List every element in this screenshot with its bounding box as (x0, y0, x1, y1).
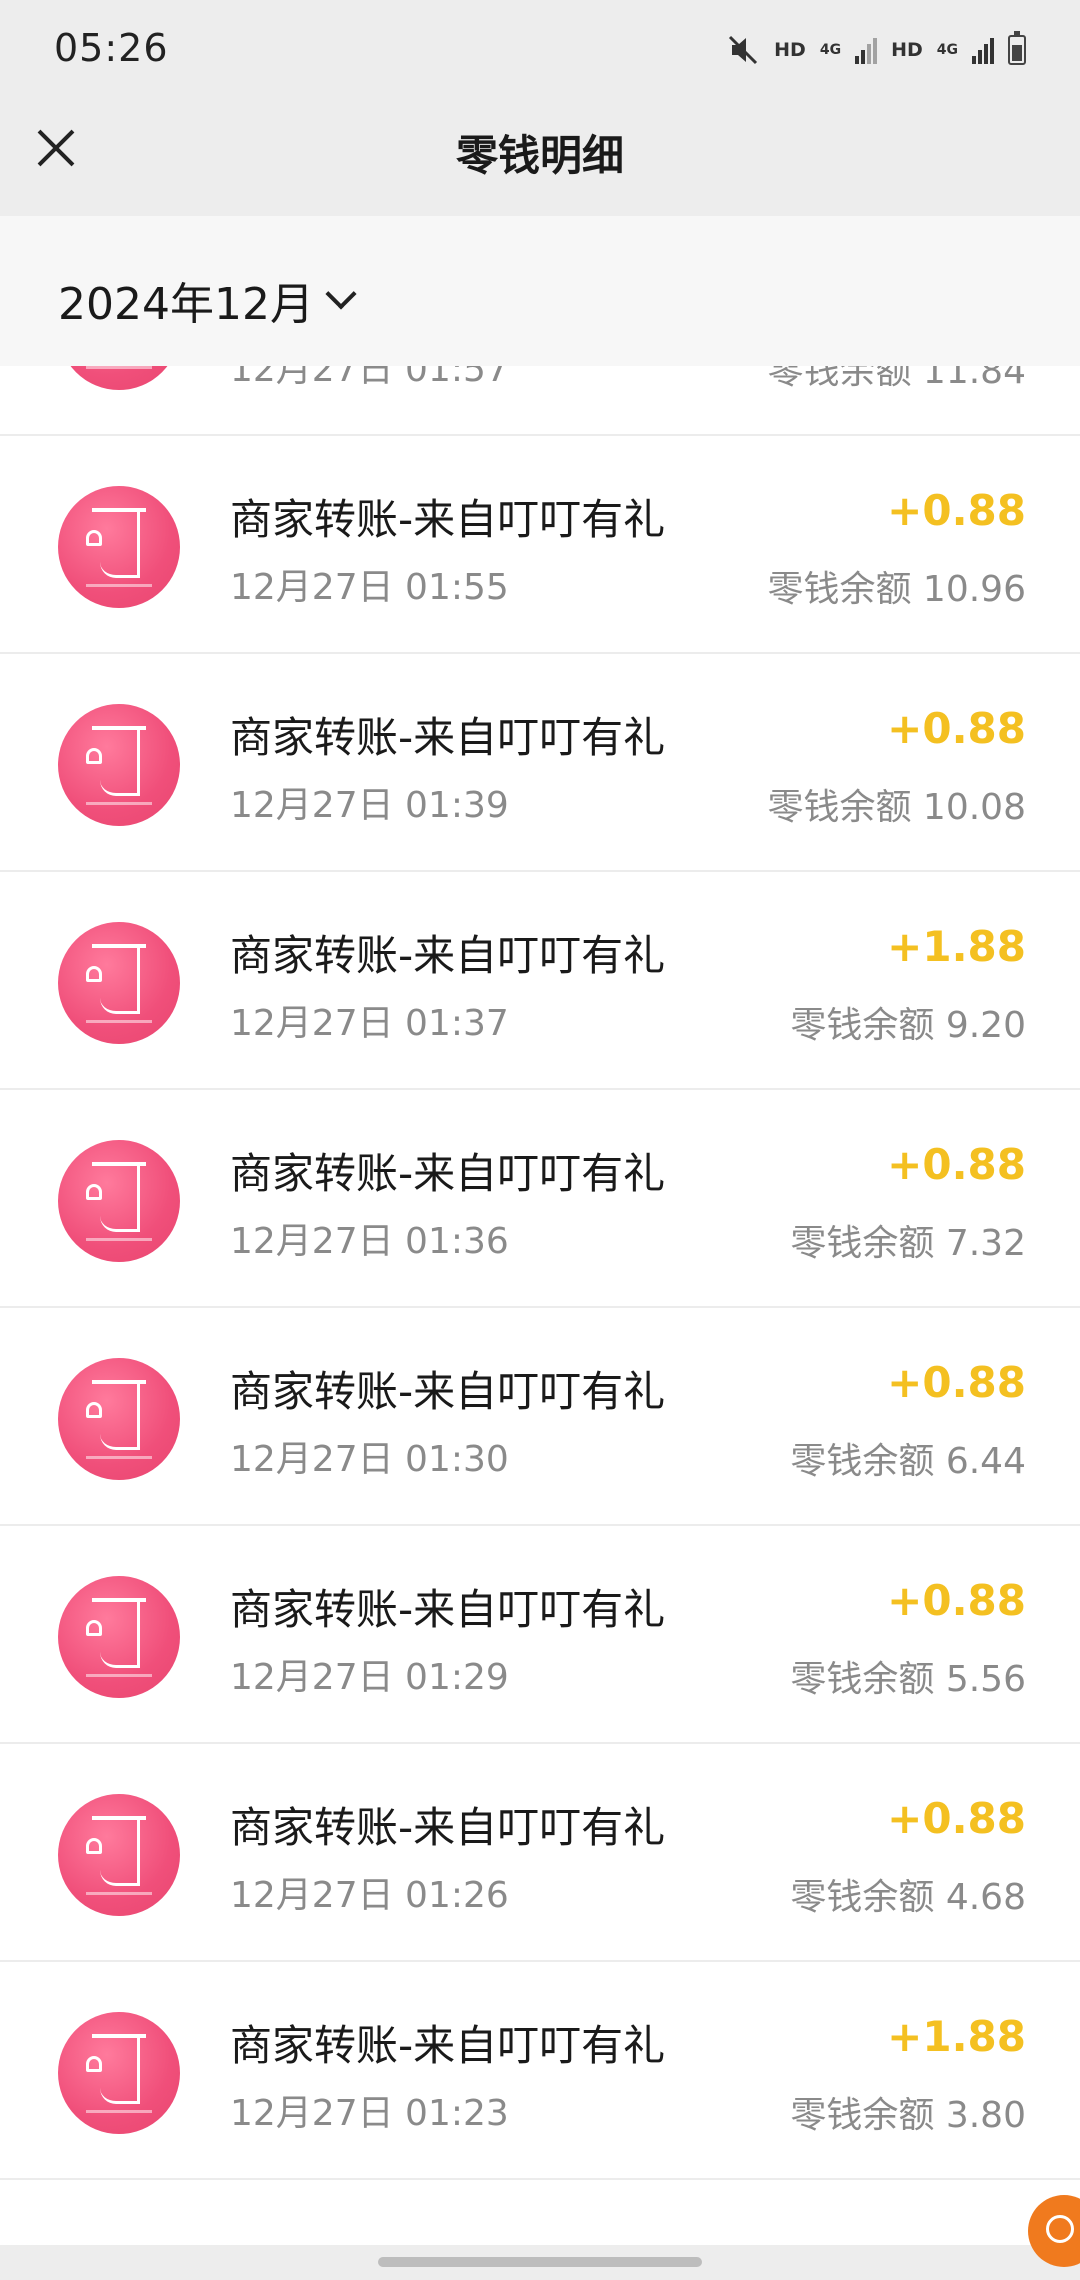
list-item[interactable]: 商家转账-来自叮叮有礼 12月27日 01:39 +0.88 零钱余额 10.08 (0, 654, 1080, 872)
transaction-time: 12月27日 01:30 (230, 1439, 509, 1480)
battery-icon (1008, 31, 1026, 65)
transaction-amount: +0.88 (887, 1358, 1026, 1407)
status-time: 05:26 (54, 26, 169, 70)
merchant-avatar (58, 704, 180, 826)
month-selector[interactable]: 2024年12月 (58, 268, 357, 332)
hd-indicator: HD (891, 39, 923, 61)
mute-icon (729, 35, 758, 65)
merchant-avatar (58, 2012, 180, 2134)
transaction-time: 12月27日 01:36 (230, 1221, 509, 1262)
transaction-amount: +0.88 (887, 1794, 1026, 1843)
merchant-avatar (58, 486, 180, 608)
balance-after: 零钱余额 10.08 (767, 787, 1026, 828)
merchant-avatar (58, 1576, 180, 1698)
balance-after: 零钱余额 3.80 (790, 2095, 1026, 2136)
page-title: 零钱明细 (455, 131, 624, 180)
status-bar: 05:26 HD 4G HD 4G (0, 0, 1080, 100)
transaction-title: 商家转账-来自叮叮有礼 (230, 495, 666, 544)
transaction-amount: +0.88 (887, 486, 1026, 535)
merchant-avatar (58, 1140, 180, 1262)
list-item[interactable]: 商家转账-来自叮叮有礼 12月27日 01:36 +0.88 零钱余额 7.32 (0, 1090, 1080, 1308)
list-item[interactable]: 商家转账-来自叮叮有礼 12月27日 01:23 +1.88 零钱余额 3.80 (0, 1962, 1080, 2180)
signal-icon (972, 36, 994, 64)
signal-icon (855, 36, 878, 64)
merchant-avatar (58, 1358, 180, 1480)
balance-after: 零钱余额 9.20 (790, 1005, 1026, 1046)
merchant-avatar (58, 1794, 180, 1916)
transaction-amount: +0.88 (887, 1576, 1026, 1625)
transaction-time: 12月27日 01:39 (230, 785, 509, 826)
chevron-down-icon (325, 278, 357, 310)
transaction-title: 商家转账-来自叮叮有礼 (230, 1149, 666, 1198)
list-item[interactable]: 商家转账-来自叮叮有礼 12月27日 01:30 +0.88 零钱余额 6.44 (0, 1308, 1080, 1526)
hd-indicator: HD (774, 39, 806, 61)
transaction-title: 商家转账-来自叮叮有礼 (230, 1803, 666, 1852)
balance-after: 零钱余额 7.32 (790, 1223, 1026, 1264)
list-item[interactable]: 商家转账-来自叮叮有礼 12月27日 01:26 +0.88 零钱余额 4.68 (0, 1744, 1080, 1962)
transaction-title: 商家转账-来自叮叮有礼 (230, 1585, 666, 1634)
transaction-title: 商家转账-来自叮叮有礼 (230, 713, 666, 762)
transaction-title: 商家转账-来自叮叮有礼 (230, 2021, 666, 2070)
status-icons: HD 4G HD 4G (726, 30, 1026, 70)
transaction-time: 12月27日 01:55 (230, 567, 509, 608)
balance-after: 零钱余额 10.96 (767, 569, 1026, 610)
balance-after: 零钱余额 5.56 (790, 1659, 1026, 1700)
transaction-amount: +0.88 (887, 704, 1026, 753)
home-indicator[interactable] (378, 2257, 702, 2267)
filter-bar: 2024年12月 (0, 216, 1080, 366)
transaction-time: 12月27日 01:37 (230, 1003, 509, 1044)
network-type: 4G (936, 42, 958, 58)
list-item[interactable]: 商家转账-来自叮叮有礼 12月27日 01:37 +1.88 零钱余额 9.20 (0, 872, 1080, 1090)
title-bar: 零钱明细 (0, 100, 1080, 216)
transaction-list: 商家转账-来自叮叮有礼12月27日 01:57+0.88零钱余额 11.84商家… (0, 300, 1080, 2245)
transaction-time: 12月27日 01:29 (230, 1657, 509, 1698)
list-item[interactable]: 商家转账-来自叮叮有礼 12月27日 01:29 +0.88 零钱余额 5.56 (0, 1526, 1080, 1744)
transaction-amount: +1.88 (887, 2012, 1026, 2061)
month-label: 2024年12月 (58, 279, 314, 330)
balance-after: 零钱余额 4.68 (790, 1877, 1026, 1918)
transaction-time: 12月27日 01:23 (230, 2093, 509, 2134)
transaction-title: 商家转账-来自叮叮有礼 (230, 1367, 666, 1416)
transaction-time: 12月27日 01:26 (230, 1875, 509, 1916)
transaction-amount: +1.88 (887, 922, 1026, 971)
network-type: 4G (819, 42, 842, 58)
transaction-title: 商家转账-来自叮叮有礼 (230, 931, 666, 980)
transaction-amount: +0.88 (887, 1140, 1026, 1189)
list-item[interactable]: 商家转账-来自叮叮有礼 12月27日 01:55 +0.88 零钱余额 10.96 (0, 436, 1080, 654)
merchant-avatar (58, 922, 180, 1044)
balance-after: 零钱余额 6.44 (790, 1441, 1026, 1482)
system-nav-bar (0, 2245, 1080, 2280)
